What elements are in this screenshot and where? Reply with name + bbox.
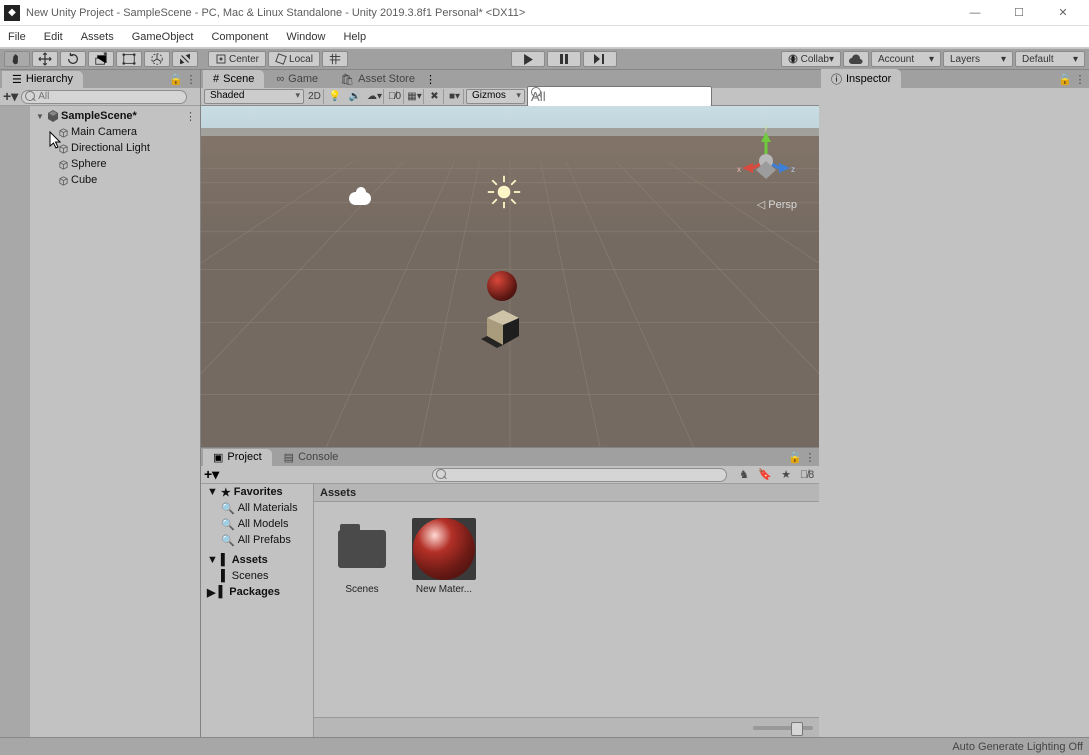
- favorite-icon[interactable]: ★: [777, 468, 795, 482]
- hierarchy-item[interactable]: Sphere: [30, 156, 200, 172]
- step-button[interactable]: [583, 51, 617, 67]
- collab-dropdown[interactable]: Collab ▾: [781, 51, 841, 67]
- app-logo: ◆: [4, 5, 20, 21]
- scene-root[interactable]: ▼ SampleScene* ⋮: [30, 108, 200, 124]
- mode-2d-toggle[interactable]: 2D: [306, 89, 324, 104]
- packages-folder[interactable]: ▶▌ Packages: [201, 584, 313, 600]
- hidden-packages-toggle[interactable]: 👁̸8: [798, 468, 816, 482]
- menu-assets[interactable]: Assets: [81, 31, 114, 43]
- cloud-button[interactable]: [843, 51, 869, 67]
- layout-dropdown[interactable]: Default▾: [1015, 51, 1085, 67]
- inspector-body: [819, 88, 1089, 737]
- hierarchy-add-button[interactable]: +▾: [3, 88, 18, 105]
- scene-hidden-count[interactable]: 👁̸0: [386, 89, 404, 104]
- tab-hierarchy[interactable]: ☰ Hierarchy: [2, 71, 83, 88]
- thumbnail-size-slider[interactable]: [753, 726, 813, 730]
- transform-tool[interactable]: [144, 51, 170, 67]
- hierarchy-search[interactable]: [21, 90, 187, 104]
- panel-lock-icon[interactable]: 🔒: [169, 73, 181, 86]
- favorite-item[interactable]: 🔍 All Models: [201, 516, 313, 532]
- scale-tool[interactable]: [88, 51, 114, 67]
- search-by-label-icon[interactable]: 🔖: [756, 468, 774, 482]
- asset-item-folder[interactable]: Scenes: [330, 518, 394, 595]
- panel-lock-icon[interactable]: 🔒: [1058, 73, 1070, 86]
- hierarchy-item[interactable]: Cube: [30, 172, 200, 188]
- scene-menu-icon[interactable]: ⋮: [185, 110, 196, 123]
- favorite-item[interactable]: 🔍 All Prefabs: [201, 532, 313, 548]
- scene-search[interactable]: [527, 86, 712, 107]
- panel-lock-icon[interactable]: 🔒: [788, 451, 800, 464]
- menu-edit[interactable]: Edit: [44, 31, 63, 43]
- grid-snap-toggle[interactable]: [322, 51, 348, 67]
- hand-tool[interactable]: [4, 51, 30, 67]
- tab-game[interactable]: ∞ Game: [266, 70, 328, 88]
- viewport-sphere[interactable]: [487, 271, 517, 301]
- move-tool[interactable]: [32, 51, 58, 67]
- tab-console[interactable]: ▤ Console: [274, 449, 349, 466]
- favorite-item[interactable]: 🔍 All Materials: [201, 500, 313, 516]
- panel-menu-icon[interactable]: ⋮: [185, 73, 197, 86]
- panel-menu-icon[interactable]: ⋮: [1074, 73, 1086, 86]
- orientation-gizmo[interactable]: y x z: [731, 124, 801, 194]
- menu-file[interactable]: File: [8, 31, 26, 43]
- assets-child[interactable]: ▌ Scenes: [201, 568, 313, 584]
- menu-component[interactable]: Component: [211, 31, 268, 43]
- menu-help[interactable]: Help: [343, 31, 366, 43]
- shading-mode-dropdown[interactable]: Shaded: [204, 89, 304, 104]
- svg-text:x: x: [737, 165, 741, 174]
- minimize-button[interactable]: —: [953, 1, 997, 25]
- pause-button[interactable]: [547, 51, 581, 67]
- assets-folder[interactable]: ▼▌ Assets: [201, 552, 313, 568]
- scene-viewport[interactable]: y x z ◁ Persp: [201, 106, 819, 447]
- tab-project[interactable]: ▣ Project: [203, 449, 272, 466]
- window-title: New Unity Project - SampleScene - PC, Ma…: [26, 7, 953, 19]
- scene-tools-button[interactable]: ✖: [426, 89, 444, 104]
- maximize-button[interactable]: ☐: [997, 1, 1041, 25]
- favorites-header[interactable]: ▼★ Favorites: [201, 484, 313, 500]
- svg-text:z: z: [791, 165, 795, 174]
- rect-tool[interactable]: [116, 51, 142, 67]
- scene-light-toggle[interactable]: 💡: [326, 89, 344, 104]
- asset-item-material[interactable]: New Mater...: [412, 518, 476, 595]
- projection-label[interactable]: ◁ Persp: [757, 198, 797, 211]
- play-button[interactable]: [511, 51, 545, 67]
- search-by-type-icon[interactable]: ♞: [735, 468, 753, 482]
- layers-dropdown[interactable]: Layers▾: [943, 51, 1013, 67]
- project-add-button[interactable]: +▾: [204, 466, 219, 483]
- custom-tool[interactable]: [172, 51, 198, 67]
- scene-audio-toggle[interactable]: 🔊: [346, 89, 364, 104]
- close-button[interactable]: ✕: [1041, 1, 1085, 25]
- menu-gameobject[interactable]: GameObject: [132, 31, 194, 43]
- svg-text:y: y: [764, 124, 768, 132]
- gizmos-dropdown[interactable]: Gizmos: [466, 89, 525, 104]
- cursor-icon: [49, 131, 65, 151]
- menu-window[interactable]: Window: [286, 31, 325, 43]
- panel-menu-icon[interactable]: ⋮: [425, 74, 436, 86]
- tab-scene[interactable]: # Scene: [203, 70, 264, 88]
- project-breadcrumb[interactable]: Assets: [314, 484, 819, 502]
- scene-fx-dropdown[interactable]: ☁▾: [366, 89, 384, 104]
- panel-menu-icon[interactable]: ⋮: [804, 451, 816, 464]
- viewport-cube[interactable]: [477, 304, 527, 354]
- unity-icon: [47, 110, 59, 122]
- pivot-local-toggle[interactable]: Local: [268, 51, 320, 67]
- project-search[interactable]: [432, 468, 727, 482]
- scene-grid-dropdown[interactable]: ▦▾: [406, 89, 424, 104]
- tab-inspector[interactable]: ⓘ Inspector: [821, 69, 901, 89]
- rotate-tool[interactable]: [60, 51, 86, 67]
- scene-camera-dropdown[interactable]: ■▾: [446, 89, 464, 104]
- account-dropdown[interactable]: Account▾: [871, 51, 941, 67]
- status-message: Auto Generate Lighting Off: [952, 741, 1083, 753]
- pivot-center-toggle[interactable]: Center: [208, 51, 266, 67]
- tab-assetstore[interactable]: 🛍 Asset Store: [330, 70, 425, 88]
- camera-gizmo-icon: [349, 192, 371, 205]
